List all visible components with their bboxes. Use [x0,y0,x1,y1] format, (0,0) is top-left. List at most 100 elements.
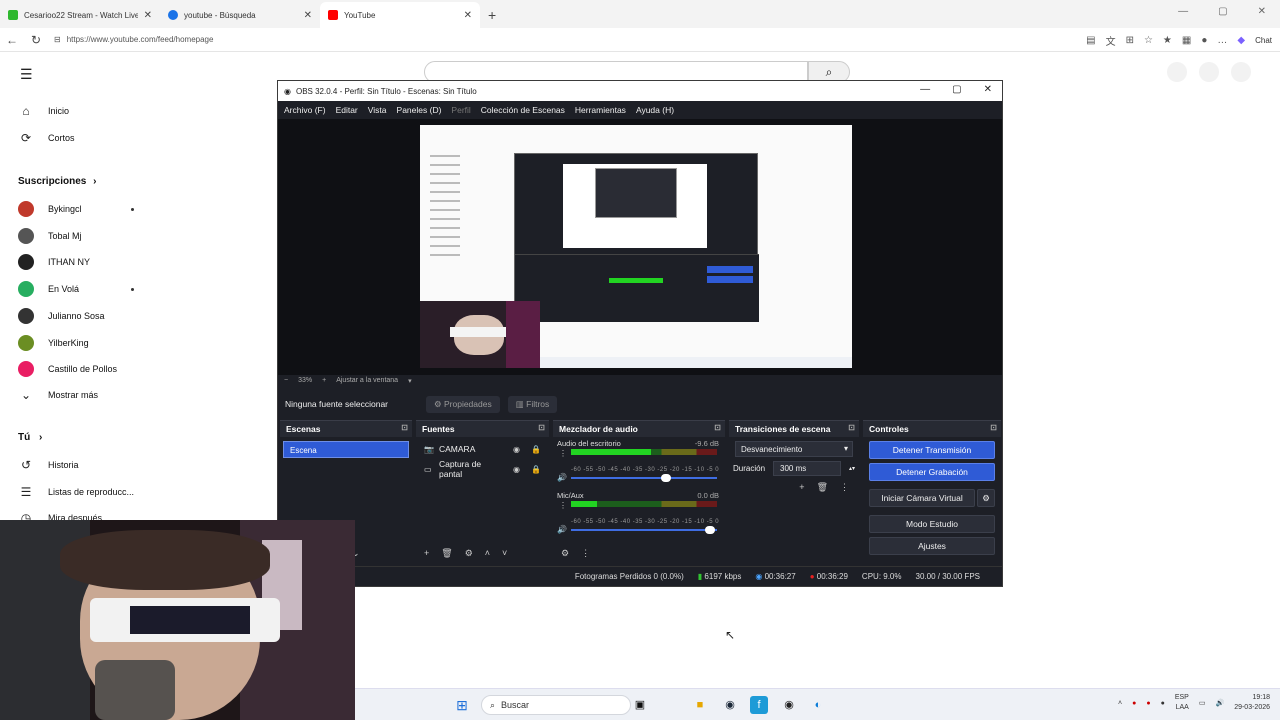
sidebar-item-historia[interactable]: ↺ Historia [18,458,79,472]
mixer-settings-icon[interactable]: ⚙ [561,548,569,559]
dock-float-icon[interactable]: ⊡ [538,423,545,432]
new-tab-icon[interactable]: + [480,7,504,28]
maximize-icon[interactable]: ▢ [952,84,961,95]
subscription-item[interactable]: Julianno Sosa [18,308,105,324]
source-item-camara[interactable]: 📷 CAMARA ◉ 🔒 [416,439,549,459]
show-more-button[interactable]: ⌄ Mostrar más [18,388,98,402]
windows-start-icon[interactable]: ⊞ [453,696,471,714]
refresh-icon[interactable]: ↻ [24,33,48,47]
network-icon[interactable]: ▭ [1199,699,1206,707]
more-icon[interactable]: ⋮ [840,482,849,493]
translate-icon[interactable]: 文 [1106,33,1116,48]
tab-2[interactable]: YouTube ✕ [320,2,480,28]
language-indicator[interactable]: ESP LAA [1175,693,1189,713]
stepper-icon[interactable]: ▴▾ [849,465,855,472]
minimize-icon[interactable]: — [1178,6,1188,17]
maximize-icon[interactable]: ▢ [1218,6,1227,17]
subscription-item[interactable]: Bykingcl [18,201,82,217]
volume-slider[interactable] [571,526,717,534]
favorites-bar-icon[interactable]: ★ [1163,35,1172,46]
account-avatar[interactable] [1231,62,1251,82]
app-icon[interactable]: f [750,696,768,714]
menu-archivo[interactable]: Archivo (F) [284,105,326,115]
task-view-icon[interactable]: ▣ [631,696,649,714]
sidebar-item-cortos[interactable]: ⟳ Cortos [18,131,75,145]
dock-float-icon[interactable]: ⊡ [848,423,855,432]
add-icon[interactable]: + [424,548,429,559]
close-tab-icon[interactable]: ✕ [304,10,312,21]
stop-record-button[interactable]: Detener Grabación [869,463,995,481]
scene-item-selected[interactable]: Escena [283,441,409,458]
move-up-icon[interactable]: ˄ [485,548,490,559]
zoom-in-icon[interactable]: + [322,377,326,385]
source-item-captura[interactable]: ▭ Captura de pantal ◉ 🔒 [416,459,549,479]
you-heading[interactable]: Tú › [18,432,42,443]
volume-icon[interactable]: 🔊 [1215,699,1224,707]
slider-knob[interactable] [704,526,715,534]
tray-overflow-icon[interactable]: ˄ [1118,700,1122,707]
channel-menu-icon[interactable]: ⋮ [559,501,567,510]
duration-input[interactable]: 300 ms [773,461,841,476]
speaker-icon[interactable]: 🔊 [557,473,567,482]
program-preview[interactable] [420,125,852,368]
file-explorer-icon[interactable]: ■ [691,696,709,714]
lock-icon[interactable]: 🔒 [531,465,541,474]
stop-stream-button[interactable]: Detener Transmisión [869,441,995,459]
lock-icon[interactable]: 🔒 [531,445,541,454]
subscriptions-heading[interactable]: Suscripciones › [18,176,96,187]
transition-select[interactable]: Desvanecimiento ▾ [735,441,853,457]
obs-taskbar-icon[interactable]: ◉ [780,696,798,714]
steam-icon[interactable]: ◉ [721,696,739,714]
chevron-down-icon[interactable]: ▾ [408,377,412,385]
address-field[interactable]: ⊟ https://www.youtube.com/feed/homepage [54,35,213,44]
volume-slider[interactable] [571,474,717,482]
subscription-item[interactable]: En Volá [18,281,79,297]
menu-herramientas[interactable]: Herramientas [575,105,626,115]
close-tab-icon[interactable]: ✕ [144,10,152,21]
favorite-icon[interactable]: ☆ [1144,35,1153,46]
sidebar-item-inicio[interactable]: ⌂ Inicio [18,104,69,118]
zoom-out-icon[interactable]: − [284,377,288,385]
subscription-item[interactable]: Castillo de Pollos [18,361,117,377]
dock-float-icon[interactable]: ⊡ [401,423,408,432]
site-info-icon[interactable]: ⊟ [54,35,61,44]
sidebar-item-playlists[interactable]: ☰ Listas de reproducc... [18,485,134,499]
taskbar-search[interactable]: ⌕ Buscar [481,695,631,715]
close-tab-icon[interactable]: ✕ [464,10,472,21]
settings-button[interactable]: Ajustes [869,537,995,555]
menu-editar[interactable]: Editar [336,105,358,115]
tray-app-icon[interactable]: ● [1132,700,1136,707]
trash-icon[interactable]: 🗑 [441,548,452,559]
dock-float-icon[interactable]: ⊡ [990,423,997,432]
menu-coleccion[interactable]: Colección de Escenas [481,105,565,115]
notifications-icon[interactable] [1199,62,1219,82]
more-icon[interactable]: ⋮ [581,548,590,559]
eye-icon[interactable]: ◉ [513,445,520,454]
copilot-icon[interactable]: ◆ [1237,35,1245,46]
menu-perfil[interactable]: Perfil [451,105,470,115]
extensions-icon[interactable]: ⊞ [1126,35,1134,46]
subscription-item[interactable]: ITHAN NY [18,254,90,270]
menu-paneles[interactable]: Paneles (D) [397,105,442,115]
dock-float-icon[interactable]: ⊡ [714,423,721,432]
tab-0[interactable]: Cesarioo22 Stream - Watch Live o ✕ [0,2,160,28]
profile-icon[interactable]: ● [1201,35,1207,46]
studio-mode-button[interactable]: Modo Estudio [869,515,995,533]
filters-button[interactable]: ▥ Filtros [507,395,558,413]
clock[interactable]: 19:18 29-03-2026 [1234,693,1270,713]
properties-button[interactable]: ⚙ Propiedades [426,395,500,413]
gear-icon[interactable]: ⚙ [977,489,995,507]
chat-button[interactable]: Chat [1255,36,1272,45]
hamburger-menu-icon[interactable]: ☰ [20,66,33,83]
subscription-item[interactable]: YilberKing [18,335,89,351]
tray-app-icon[interactable]: ● [1161,700,1165,707]
tab-1[interactable]: youtube - Búsqueda ✕ [160,2,320,28]
slider-knob[interactable] [660,474,671,482]
more-icon[interactable]: … [1217,35,1227,46]
menu-ayuda[interactable]: Ayuda (H) [636,105,674,115]
reader-icon[interactable]: ▤ [1086,35,1095,46]
close-window-icon[interactable]: ✕ [984,84,992,95]
collections-icon[interactable]: ▦ [1182,35,1191,46]
trash-icon[interactable]: 🗑 [817,482,828,493]
tray-app-icon[interactable]: ● [1146,700,1150,707]
